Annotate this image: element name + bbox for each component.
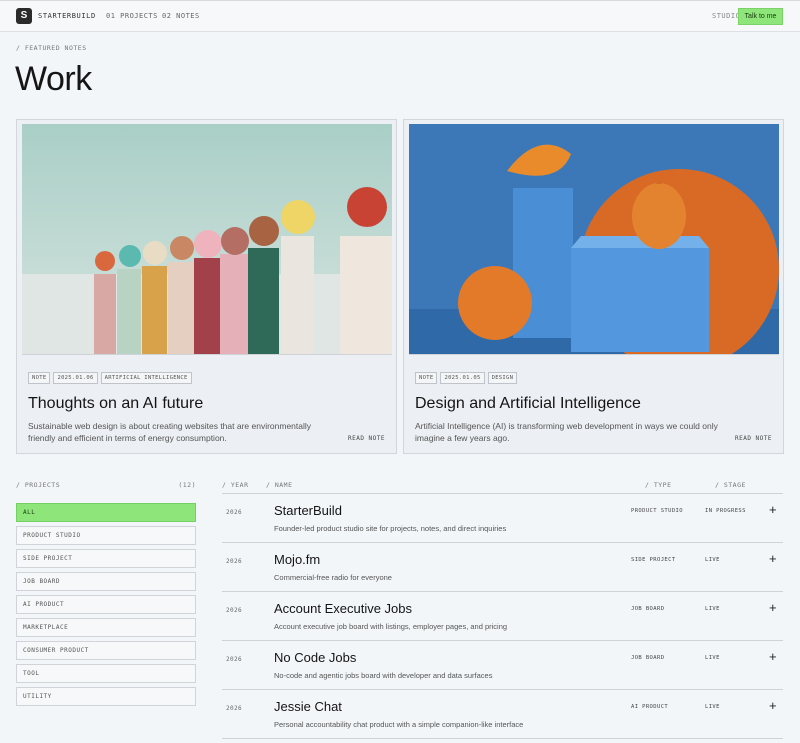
row-type: PRODUCT STUDIO	[631, 508, 683, 514]
tag-category: ARTIFICIAL INTELLIGENCE	[100, 372, 192, 384]
note-image-oranges	[409, 124, 779, 355]
filter-utility[interactable]: UTILITY	[16, 687, 196, 706]
row-stage: IN PROGRESS	[705, 508, 746, 514]
nav-link-notes[interactable]: 02 NOTES	[162, 12, 200, 20]
row-stage: LIVE	[705, 606, 720, 612]
column-header-stage: / STAGE	[715, 481, 746, 489]
row-name: Mojo.fm	[274, 552, 321, 567]
row-description: Founder-led product studio site for proj…	[274, 524, 507, 533]
nav-link-studio[interactable]: STUDIO	[712, 12, 740, 20]
row-year: 2026	[226, 656, 243, 663]
row-type: AI PRODUCT	[631, 704, 669, 710]
projects-heading-label: / PROJECTS	[16, 481, 61, 489]
row-type: SIDE PROJECT	[631, 557, 676, 563]
row-name: StarterBuild	[274, 503, 342, 518]
breadcrumb: / FEATURED NOTES	[16, 44, 87, 52]
row-year: 2026	[226, 509, 243, 516]
plus-icon[interactable]: +	[769, 698, 777, 713]
tag-date: 2025.01.05	[440, 372, 485, 384]
filter-all[interactable]: ALL	[16, 503, 196, 522]
row-year: 2026	[226, 705, 243, 712]
filter-consumer-product[interactable]: CONSUMER PRODUCT	[16, 641, 196, 660]
row-description: Account executive job board with listing…	[274, 622, 508, 631]
page-title: Work	[15, 60, 92, 98]
filter-ai-product[interactable]: AI PRODUCT	[16, 595, 196, 614]
filter-tool[interactable]: TOOL	[16, 664, 196, 683]
note-image-people	[22, 124, 392, 355]
note-title[interactable]: Design and Artificial Intelligence	[415, 395, 641, 413]
table-row[interactable]: 2026 Jessie Chat Personal accountability…	[222, 690, 783, 739]
row-type: JOB BOARD	[631, 655, 665, 661]
tag-date: 2025.01.06	[53, 372, 98, 384]
tag-type: NOTE	[28, 372, 51, 384]
filter-side-project[interactable]: SIDE PROJECT	[16, 549, 196, 568]
note-description: Sustainable web design is about creating…	[28, 421, 312, 443]
tag-type: NOTE	[415, 372, 438, 384]
plus-icon[interactable]: +	[769, 502, 777, 517]
table-row[interactable]: 2026 Account Executive Jobs Account exec…	[222, 592, 783, 641]
row-year: 2026	[226, 607, 243, 614]
projects-heading: / PROJECTS (12)	[16, 481, 196, 489]
table-row[interactable]: 2026 StarterBuild Founder-led product st…	[222, 494, 783, 543]
plus-icon[interactable]: +	[769, 600, 777, 615]
row-type: JOB BOARD	[631, 606, 665, 612]
note-card[interactable]: NOTE 2025.01.05 DESIGN Design and Artifi…	[403, 119, 784, 454]
row-stage: LIVE	[705, 655, 720, 661]
tag-category: DESIGN	[487, 372, 518, 384]
column-header-name: / NAME	[266, 481, 293, 489]
note-card[interactable]: NOTE 2025.01.06 ARTIFICIAL INTELLIGENCE …	[16, 119, 397, 454]
filter-product-studio[interactable]: PRODUCT STUDIO	[16, 526, 196, 545]
plus-icon[interactable]: +	[769, 649, 777, 664]
column-header-type: / TYPE	[645, 481, 672, 489]
top-nav: S STARTERBUILD 01 PROJECTS 02 NOTES STUD…	[0, 0, 800, 32]
row-name: Account Executive Jobs	[274, 601, 413, 616]
row-stage: LIVE	[705, 704, 720, 710]
read-note-link[interactable]: READ NOTE	[348, 435, 385, 442]
note-description: Artificial Intelligence (AI) is transfor…	[415, 421, 718, 443]
table-row[interactable]: 2026 No Code Jobs No-code and agentic jo…	[222, 641, 783, 690]
nav-link-projects[interactable]: 01 PROJECTS	[106, 12, 158, 20]
column-header-year: / YEAR	[222, 481, 249, 489]
row-description: Personal accountability chat product wit…	[274, 720, 524, 729]
brand-name[interactable]: STARTERBUILD	[38, 12, 96, 20]
row-name: Jessie Chat	[274, 699, 342, 714]
row-description: No-code and agentic jobs board with deve…	[274, 671, 493, 680]
filter-job-board[interactable]: JOB BOARD	[16, 572, 196, 591]
note-title[interactable]: Thoughts on an AI future	[28, 395, 203, 413]
row-year: 2026	[226, 558, 243, 565]
filter-marketplace[interactable]: MARKETPLACE	[16, 618, 196, 637]
read-note-link[interactable]: READ NOTE	[735, 435, 772, 442]
row-stage: LIVE	[705, 557, 720, 563]
talk-to-me-button[interactable]: Talk to me	[738, 8, 783, 25]
plus-icon[interactable]: +	[769, 551, 777, 566]
table-row[interactable]: 2026 Mojo.fm Commercial-free radio for e…	[222, 543, 783, 592]
row-name: No Code Jobs	[274, 650, 357, 665]
row-description: Commercial-free radio for everyone	[274, 573, 392, 582]
projects-count: (12)	[178, 481, 196, 489]
logo-icon[interactable]: S	[16, 8, 32, 24]
